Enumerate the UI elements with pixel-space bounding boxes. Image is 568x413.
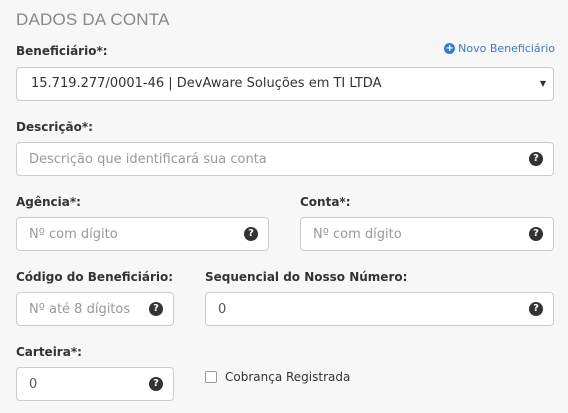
conta-field: ? (300, 217, 554, 251)
codigo-beneficiario-field: ? (16, 292, 174, 326)
carteira-label: Carteira*: (16, 345, 82, 359)
question-circle-icon[interactable]: ? (149, 377, 163, 391)
question-circle-icon[interactable]: ? (244, 227, 258, 241)
plus-circle-icon: + (444, 43, 456, 54)
descricao-label: Descrição*: (16, 120, 93, 134)
conta-input[interactable] (301, 218, 553, 250)
conta-label: Conta*: (300, 195, 351, 209)
descricao-input[interactable] (17, 143, 553, 175)
sequencial-input[interactable] (206, 293, 553, 325)
caret-down-icon: ▼ (539, 79, 546, 88)
carteira-field: ? (16, 367, 174, 401)
agencia-input[interactable] (17, 218, 268, 250)
question-circle-icon[interactable]: ? (529, 302, 543, 316)
codigo-beneficiario-label: Código do Beneficiário: (16, 270, 174, 284)
question-circle-icon[interactable]: ? (529, 227, 543, 241)
new-beneficiario-label: Novo Beneficiário (458, 42, 555, 55)
beneficiario-label: Beneficiário*: (16, 44, 108, 58)
section-title: DADOS DA CONTA (16, 10, 170, 29)
sequencial-label: Sequencial do Nosso Número: (205, 270, 408, 284)
question-circle-icon[interactable]: ? (529, 152, 543, 166)
cobranca-checkbox-row[interactable]: Cobrança Registrada (205, 370, 350, 384)
cobranca-checkbox[interactable] (205, 371, 217, 383)
question-circle-icon[interactable]: ? (149, 302, 163, 316)
sequencial-field: ? (205, 292, 554, 326)
beneficiario-selected-value: 15.719.277/0001-46 | DevAware Soluções e… (31, 76, 382, 91)
descricao-field: ? (16, 142, 554, 176)
new-beneficiario-link[interactable]: + Novo Beneficiário (444, 42, 555, 55)
agencia-field: ? (16, 217, 269, 251)
beneficiario-select[interactable]: 15.719.277/0001-46 | DevAware Soluções e… (16, 67, 554, 101)
agencia-label: Agência*: (16, 195, 81, 209)
cobranca-label: Cobrança Registrada (225, 370, 351, 384)
